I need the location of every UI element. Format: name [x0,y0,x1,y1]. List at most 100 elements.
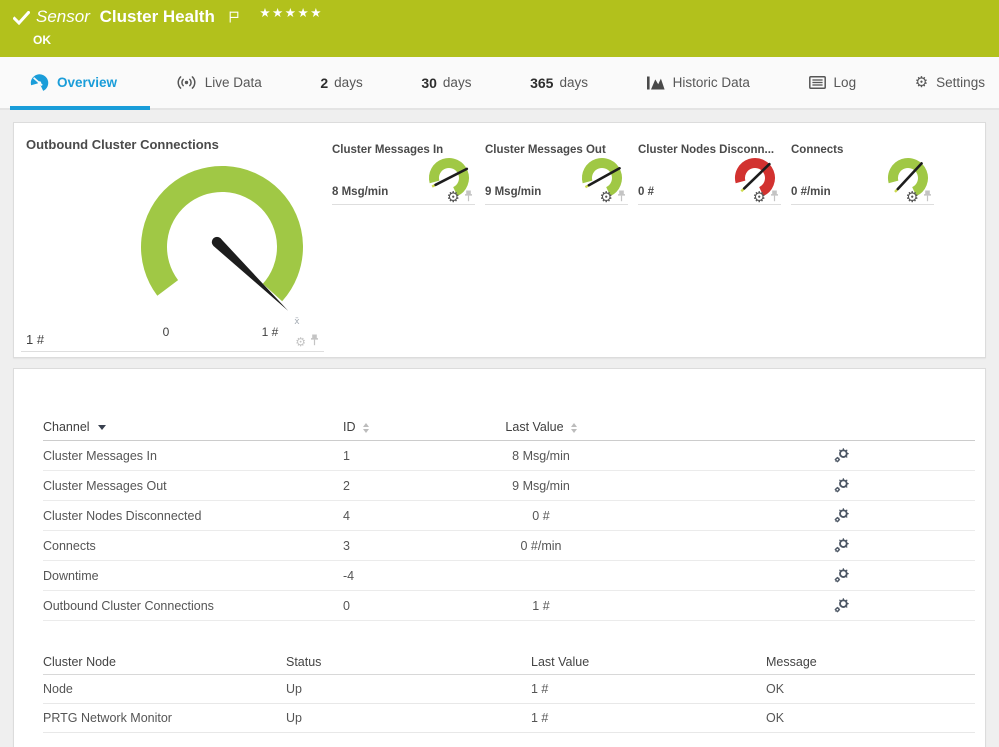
tab-label: Historic Data [673,75,750,90]
gear-icon[interactable]: ⚙ [447,189,460,207]
tab-30-days[interactable]: 30 days [419,75,473,91]
tab-historic-data[interactable]: Historic Data [645,75,752,90]
node-name-cell: PRTG Network Monitor [43,711,286,725]
column-header-status: Status [286,655,531,669]
log-icon [809,76,826,89]
channel-id-cell: 4 [343,509,466,523]
column-header-message: Message [766,655,975,669]
channel-last-value-cell: 0 #/min [466,539,616,553]
status-badge: OK [33,33,51,47]
table-row[interactable]: Connects30 #/min [43,531,975,561]
channel-name-cell: Cluster Nodes Disconnected [43,509,343,523]
tab-label: days [334,75,363,90]
channel-id-cell: 2 [343,479,466,493]
gauge-cell-cluster-nodes-disconn[interactable]: Cluster Nodes Disconn... 0 #⚙ [638,123,791,205]
sensor-kind-label: Sensor [36,7,90,26]
tab-overview[interactable]: Overview [28,73,119,92]
chart-icon [647,76,665,90]
sort-desc-icon [98,425,106,430]
gauge-scale-min: 0 [144,325,188,339]
channel-settings-gears-icon[interactable] [826,538,856,553]
node-last-value-cell: 1 # [531,711,766,725]
tables-panel: Channel ID Last Value Cluster Messages I… [13,368,986,747]
gauge-value: 0 #/min [791,186,831,198]
gauge-cell-cluster-messages-out[interactable]: Cluster Messages Out 9 Msg/min⚙ [485,123,638,205]
table-row[interactable]: PRTG Network MonitorUp1 #OK [43,704,975,733]
gauge-value: 9 Msg/min [485,186,541,198]
flag-icon[interactable] [229,8,239,28]
active-tab-underline [10,106,150,110]
column-header-id[interactable]: ID [343,420,466,434]
channel-settings-gears-icon[interactable] [826,478,856,493]
star-icon: ★ [272,6,285,20]
priority-stars[interactable]: ★★★★★ [259,5,323,20]
star-icon: ★ [310,6,323,20]
pin-icon[interactable] [770,189,779,207]
channel-name-cell: Connects [43,539,343,553]
tab-settings[interactable]: ⚙ Settings [913,75,987,90]
tab-365-days[interactable]: 365days [528,75,590,91]
tab-label: Settings [936,75,985,90]
tab-label-prefix: 365 [530,75,553,91]
status-check-icon [13,11,30,30]
sort-both-icon [363,423,369,433]
channel-name-cell: Cluster Messages In [43,449,343,463]
node-status-cell: Up [286,711,531,725]
gear-icon[interactable]: ⚙ [295,336,306,348]
pin-icon[interactable] [464,189,473,207]
gauge-value: 0 # [638,186,654,198]
gear-icon[interactable]: ⚙ [600,189,613,207]
star-icon: ★ [259,6,272,20]
channel-id-cell: 3 [343,539,466,553]
channel-id-cell: -4 [343,569,466,583]
gear-icon[interactable]: ⚙ [753,189,766,207]
star-icon: ★ [297,6,310,20]
channel-settings-gears-icon[interactable] [826,568,856,583]
main-gauge-value: 1 # [26,332,44,347]
node-last-value-cell: 1 # [531,682,766,696]
gauges-panel: Outbound Cluster Connections x̄ 0 1 # 1 … [13,122,986,358]
table-row[interactable]: Cluster Messages In18 Msg/min [43,441,975,471]
node-message-cell: OK [766,711,975,725]
tab-label: days [443,75,472,90]
gauge-cell-connects[interactable]: Connects 0 #/min⚙ [791,123,944,205]
channel-settings-gears-icon[interactable] [826,598,856,613]
gauge-cell-cluster-messages-in[interactable]: Cluster Messages In 8 Msg/min⚙ [332,123,485,205]
gauge-value: 8 Msg/min [332,186,388,198]
node-name-cell: Node [43,682,286,696]
node-message-cell: OK [766,682,975,696]
table-row[interactable]: Cluster Messages Out29 Msg/min [43,471,975,501]
main-gauge-cell[interactable]: Outbound Cluster Connections x̄ 0 1 # 1 … [14,123,332,357]
column-header-last-value[interactable]: Last Value [466,420,616,434]
tab-2-days[interactable]: 2days [318,75,364,91]
channel-settings-gears-icon[interactable] [826,448,856,463]
channels-table: Channel ID Last Value Cluster Messages I… [43,369,975,621]
main-content: Outbound Cluster Connections x̄ 0 1 # 1 … [0,110,999,747]
table-row[interactable]: Cluster Nodes Disconnected40 # [43,501,975,531]
column-header-channel[interactable]: Channel [43,420,343,434]
svg-text:x̄: x̄ [294,317,300,327]
tab-label: Log [834,75,857,90]
table-row[interactable]: Downtime-4 [43,561,975,591]
gear-icon: ⚙ [915,75,928,90]
column-header-cluster-node: Cluster Node [43,655,286,669]
channel-id-cell: 0 [343,599,466,613]
table-row[interactable]: Outbound Cluster Connections01 # [43,591,975,621]
pin-icon[interactable] [310,333,319,351]
tab-log[interactable]: Log [807,75,859,90]
broadcast-icon [176,75,197,90]
star-icon: ★ [285,6,298,20]
table-row[interactable]: NodeUp1 #OK [43,675,975,704]
pin-icon[interactable] [923,189,932,207]
channel-settings-gears-icon[interactable] [826,508,856,523]
gauge-icon [30,73,49,92]
tab-live-data[interactable]: Live Data [174,75,264,90]
channel-last-value-cell: 8 Msg/min [466,449,616,463]
gear-icon[interactable]: ⚙ [906,189,919,207]
channel-last-value-cell: 1 # [466,599,616,613]
channel-id-cell: 1 [343,449,466,463]
pin-icon[interactable] [617,189,626,207]
tab-label-prefix: 30 [421,75,437,91]
cluster-nodes-table: Cluster Node Status Last Value Message N… [43,649,975,733]
tab-label: Live Data [205,75,262,90]
